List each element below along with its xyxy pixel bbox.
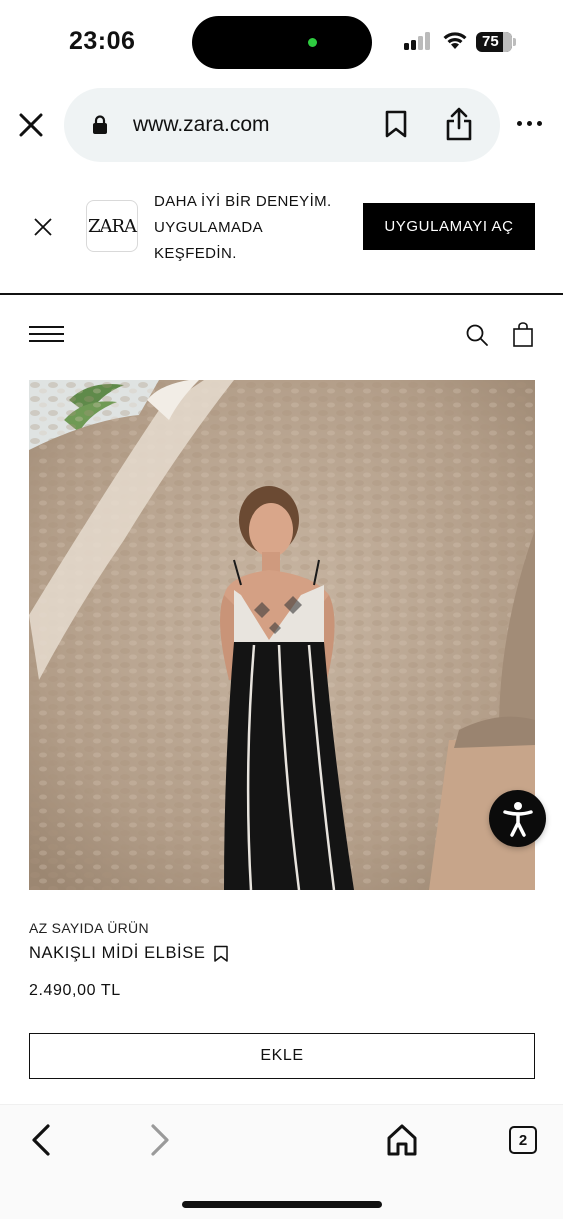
battery-icon: 75	[476, 32, 512, 52]
banner-message: DAHA İYİ BİR DENEYİM. UYGULAMADA KEŞFEDİ…	[154, 189, 332, 267]
app-install-banner: ZARA DAHA İYİ BİR DENEYİM. UYGULAMADA KE…	[0, 180, 563, 276]
accessibility-icon	[502, 801, 533, 837]
home-indicator[interactable]	[182, 1201, 382, 1208]
status-time: 23:06	[69, 27, 136, 55]
banner-message-line-3: KEŞFEDİN.	[154, 245, 237, 262]
product-image[interactable]	[29, 380, 535, 890]
close-icon[interactable]	[17, 111, 45, 139]
save-bookmark-icon[interactable]	[213, 945, 229, 963]
wifi-icon	[443, 32, 467, 49]
camera-indicator-dot	[308, 38, 317, 47]
back-icon[interactable]	[29, 1123, 53, 1157]
stock-status-label: AZ SAYIDA ÜRÜN	[29, 920, 149, 936]
bookmark-icon[interactable]	[384, 110, 408, 138]
accessibility-button[interactable]	[489, 790, 546, 847]
add-to-cart-button[interactable]: EKLE	[29, 1033, 535, 1079]
browser-bar: www.zara.com	[0, 86, 563, 164]
cellular-signal-icon	[404, 32, 432, 50]
shopping-bag-icon[interactable]	[512, 322, 534, 348]
share-icon[interactable]	[444, 106, 474, 142]
forward-icon[interactable]	[148, 1123, 172, 1157]
battery-tip	[513, 38, 516, 46]
banner-message-line-2: UYGULAMADA	[154, 219, 264, 236]
banner-message-line-1: DAHA İYİ BİR DENEYİM.	[154, 193, 332, 210]
tabs-button[interactable]: 2	[509, 1126, 537, 1154]
open-app-button[interactable]: UYGULAMAYI AÇ	[363, 203, 535, 250]
status-bar: 23:06 75	[0, 0, 563, 84]
banner-divider	[0, 293, 563, 295]
more-icon[interactable]	[517, 121, 542, 126]
lock-icon	[93, 115, 107, 134]
browser-toolbar: 2	[0, 1104, 563, 1219]
product-price: 2.490,00 TL	[29, 982, 121, 999]
banner-close-icon[interactable]	[33, 217, 53, 237]
home-icon[interactable]	[386, 1123, 418, 1157]
address-bar[interactable]: www.zara.com	[64, 88, 500, 162]
url-text[interactable]: www.zara.com	[133, 113, 270, 137]
battery-level: 75	[482, 33, 499, 50]
zara-logo-text: ZARA	[87, 215, 137, 237]
search-icon[interactable]	[465, 323, 489, 347]
product-name[interactable]: NAKIŞLI MİDİ ELBİSE	[29, 944, 205, 963]
dynamic-island	[192, 16, 372, 69]
product-photo	[29, 380, 535, 890]
menu-icon[interactable]	[29, 325, 64, 343]
zara-app-logo: ZARA	[86, 200, 138, 252]
tab-count: 2	[518, 1131, 528, 1149]
